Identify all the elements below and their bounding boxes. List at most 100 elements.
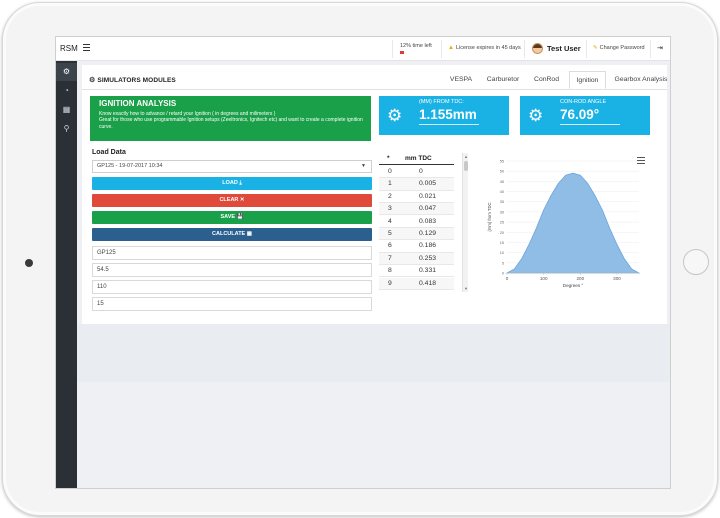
tab-conrod[interactable]: ConRod: [528, 71, 565, 89]
table-cell-mm: 0.186: [419, 242, 437, 250]
warning-icon: ▲: [448, 45, 454, 51]
y-tick-label: 10: [500, 251, 504, 255]
scroll-up-icon[interactable]: ▲: [464, 154, 468, 159]
time-left-bar: [400, 51, 404, 54]
table-cell-degree: 6: [388, 242, 392, 250]
sidebar-item-dashboard[interactable]: ◔: [56, 82, 77, 100]
divider: [586, 40, 587, 58]
table-row: 8 0.331: [379, 265, 454, 278]
load-data-select[interactable]: GP125 - 19-07-2017 10:34 ▼: [92, 160, 372, 173]
tablet-frame: RSM 12% time left ▲ License expires in 45…: [2, 2, 718, 516]
divider: [524, 40, 525, 58]
y-tick-label: 55: [500, 160, 504, 164]
table-row: 1 0.005: [379, 178, 454, 191]
scrollbar-thumb[interactable]: [464, 161, 468, 171]
conrod-angle-card: ⚙ CON-ROD ANGLE 76.09°: [520, 96, 650, 135]
sidebar-item-calculator[interactable]: ▦: [56, 101, 77, 119]
y-tick-label: 0: [502, 272, 504, 276]
panel-title: ⚙ SIMULATORS MODULES: [89, 76, 176, 84]
tdc-metric-card: ⚙ (MM) FROM TDC: 1.155mm: [379, 96, 509, 135]
change-password-label: Change Password: [599, 45, 645, 51]
chart-menu-icon[interactable]: [637, 157, 645, 164]
calculate-button[interactable]: CALCULATE ▦: [92, 228, 372, 241]
table-cell-mm: 0.021: [419, 192, 437, 200]
y-tick-label: 5: [502, 261, 504, 265]
scroll-down-icon[interactable]: ▼: [464, 286, 468, 291]
menu-toggle-icon[interactable]: [83, 44, 90, 51]
table-scrollbar[interactable]: ▲ ▼: [462, 153, 468, 292]
logout-icon[interactable]: ⇥: [657, 44, 663, 52]
cogs-icon: ⚙: [528, 106, 544, 125]
table-row: 9 0.418: [379, 277, 454, 290]
clear-button[interactable]: CLEAR ✕: [92, 194, 372, 207]
load-button[interactable]: LOAD ⤓: [92, 177, 372, 190]
tab-ignition[interactable]: Ignition: [569, 71, 606, 89]
table-cell-degree: 3: [388, 205, 392, 213]
x-tick-label: 300: [613, 276, 621, 281]
brand-logo[interactable]: RSM: [60, 44, 78, 53]
tab-carburetor[interactable]: Carburetor: [481, 71, 525, 89]
y-tick-label: 40: [500, 190, 504, 194]
motorbike-icon: ⚲: [63, 124, 70, 133]
table-cell-mm: 0.253: [419, 254, 437, 262]
table-cell-mm: 0.129: [419, 230, 437, 237]
y-tick-label: 35: [500, 200, 504, 204]
time-left-indicator: 12% time left: [400, 43, 432, 54]
tdc-table: * mm TDC 0 0 1 0.005 2 0.021 3 0.047 4 0.083 5 0.12…: [379, 153, 456, 293]
tab-vespa[interactable]: VESPA: [445, 71, 477, 89]
table-row: 7 0.253: [379, 252, 454, 266]
sidebar: ⚙ ◔ ▦ ⚲: [56, 61, 77, 488]
table-row: 3 0.047: [379, 203, 454, 216]
conrod-angle-value: 76.09°: [560, 107, 600, 122]
table-row: 2 0.021: [379, 191, 454, 204]
ignition-description: Know exactly how to advance / retard you…: [99, 111, 364, 130]
degrees-field[interactable]: 15: [92, 297, 372, 311]
x-tick-label: 100: [540, 276, 548, 281]
sidebar-item-motorbike[interactable]: ⚲: [56, 120, 77, 138]
x-tick-label: 200: [576, 276, 584, 281]
ignition-desc-line2: Great for those who use programmable Ign…: [99, 117, 363, 130]
app-screen: RSM 12% time left ▲ License expires in 45…: [55, 36, 671, 489]
conrod-angle-label: CON-ROD ANGLE: [560, 99, 607, 105]
main-content: ⚙ SIMULATORS MODULES VESPA Carburetor Con…: [77, 61, 670, 488]
divider: [419, 124, 479, 125]
divider: [441, 40, 442, 58]
x-axis-title: Degrees °: [563, 283, 584, 288]
change-password-link[interactable]: ✎ Change Password: [593, 45, 645, 51]
tab-divider: [82, 89, 667, 90]
divider: [560, 124, 620, 125]
footer-band: [77, 324, 670, 382]
top-bar: RSM 12% time left ▲ License expires in 45…: [56, 37, 670, 61]
cogs-icon: ⚙: [62, 67, 71, 76]
table-row: 4 0.083: [379, 216, 454, 228]
home-button[interactable]: [683, 249, 709, 275]
camera-dot: [25, 259, 33, 267]
table-row: 5 0.129: [379, 228, 454, 241]
save-button[interactable]: SAVE 💾: [92, 211, 372, 224]
table-header: * mm TDC: [379, 153, 454, 165]
x-tick-label: 0: [506, 276, 509, 281]
table-header-degree: *: [387, 155, 390, 162]
conrod-length-field[interactable]: 110: [92, 280, 372, 294]
pencil-icon: ✎: [593, 45, 598, 51]
simulators-panel: ⚙ SIMULATORS MODULES VESPA Carburetor Con…: [82, 65, 667, 324]
table-cell-degree: 7: [388, 254, 392, 262]
tdc-label: (MM) FROM TDC:: [419, 99, 464, 105]
calculator-icon: ▦: [62, 105, 71, 114]
user-name[interactable]: Test User: [547, 44, 581, 53]
sidebar-item-simulators[interactable]: ⚙: [56, 63, 77, 81]
time-left-text: 12% time left: [400, 43, 432, 49]
table-cell-degree: 1: [388, 180, 392, 188]
stroke-field[interactable]: 54.5: [92, 263, 372, 277]
table-cell-mm: 0.331: [419, 267, 437, 275]
cogs-icon: ⚙: [89, 77, 96, 84]
tab-gearbox-analysis[interactable]: Gearbox Analysis: [610, 71, 670, 89]
avatar[interactable]: [532, 43, 543, 54]
model-field[interactable]: GP125: [92, 246, 372, 260]
table-cell-mm: 0.083: [419, 217, 437, 225]
table-cell-degree: 0: [388, 168, 392, 175]
table-row: 00: [379, 166, 454, 179]
dashboard-icon: ◔: [64, 86, 69, 95]
table-cell-degree: 2: [388, 192, 392, 200]
ignition-info-box: IGNITION ANALYSIS Know exactly how to ad…: [90, 96, 371, 141]
